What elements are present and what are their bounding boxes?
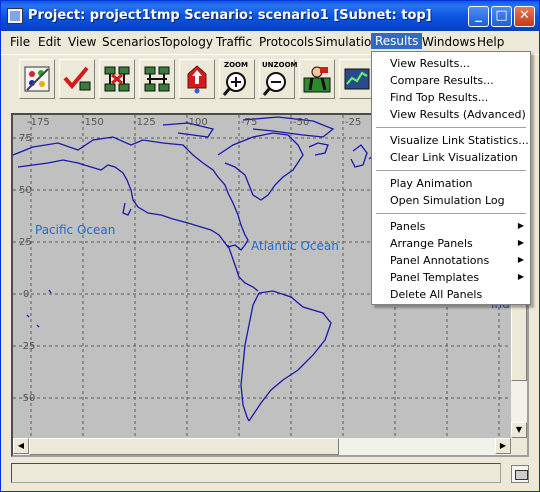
x-tick-label: -175 [27, 117, 50, 128]
zoom-out-icon [262, 72, 286, 96]
y-tick-label: 75 [19, 133, 32, 144]
menu-edit[interactable]: Edit [38, 34, 61, 50]
status-bar [11, 463, 501, 483]
x-tick-label: -150 [81, 117, 104, 128]
x-tick-label: -75 [241, 117, 258, 128]
return-to-parent-icon [187, 65, 207, 94]
zoom-in-button[interactable]: ZOOM [219, 59, 255, 99]
menu-item-play-animation[interactable]: Play Animation [390, 177, 473, 190]
menu-item-panels[interactable]: Panels [390, 220, 425, 233]
menu-item-panel-annotations[interactable]: Panel Annotations [390, 254, 489, 267]
app-icon[interactable] [7, 8, 23, 24]
return-to-parent-button[interactable] [179, 59, 215, 99]
y-tick-label: -50 [19, 393, 36, 404]
x-tick-label: -25 [345, 117, 362, 128]
atlantic-ocean-label: Atlantic Ocean [251, 239, 339, 253]
configure-simulation-icon [303, 66, 331, 93]
configure-simulation-button[interactable] [299, 59, 335, 99]
x-tick-label: -100 [185, 117, 208, 128]
menu-item-arrange-panels[interactable]: Arrange Panels [390, 237, 473, 250]
close-icon: ✕ [519, 8, 530, 23]
menu-item-view-results-advanced[interactable]: View Results (Advanced) [390, 108, 526, 121]
arrow-left-icon: ◀ [17, 441, 25, 450]
scroll-corner [511, 438, 527, 455]
maximize-icon: □ [495, 8, 508, 23]
menu-scenarios[interactable]: Scenarios [102, 34, 160, 50]
horizontal-scroll-thumb[interactable] [29, 438, 339, 455]
y-tick-label: -25 [19, 341, 36, 352]
submenu-arrow-icon: ▶ [517, 272, 524, 281]
menu-item-delete-all-panels[interactable]: Delete All Panels [390, 288, 482, 301]
menu-help[interactable]: Help [477, 34, 504, 50]
y-tick-label: 25 [19, 237, 32, 248]
menu-separator [376, 170, 526, 171]
minimize-button[interactable]: _ [468, 6, 489, 27]
y-tick-label: 50 [19, 185, 32, 196]
fail-links-icon [104, 66, 130, 92]
horizontal-scrollbar[interactable]: ◀ ▶ [13, 438, 511, 455]
open-palette-button[interactable] [19, 59, 55, 99]
close-button[interactable]: ✕ [514, 6, 535, 27]
fail-links-button[interactable] [99, 59, 135, 99]
x-tick-label: -125 [133, 117, 156, 128]
arrow-right-icon: ▶ [499, 441, 507, 450]
menu-item-visualize-link-statistics[interactable]: Visualize Link Statistics... [390, 134, 529, 147]
check-links-icon [63, 66, 91, 91]
minimize-icon: _ [475, 8, 482, 23]
menu-item-clear-link-visualization[interactable]: Clear Link Visualization [390, 151, 518, 164]
maximize-button[interactable]: □ [491, 6, 512, 27]
check-links-button[interactable] [59, 59, 95, 99]
scroll-right-button[interactable]: ▶ [495, 438, 511, 454]
arrow-down-icon: ▼ [515, 425, 523, 434]
zoom-out-button[interactable]: UNZOOM [259, 59, 298, 99]
submenu-arrow-icon: ▶ [517, 238, 524, 247]
submenu-arrow-icon: ▶ [517, 221, 524, 230]
unzoom-label: UNZOOM [262, 61, 298, 69]
menu-item-panel-templates[interactable]: Panel Templates [390, 271, 479, 284]
open-palette-icon [24, 66, 50, 92]
menu-separator [376, 127, 526, 128]
menu-item-compare-results[interactable]: Compare Results... [390, 74, 494, 87]
submenu-arrow-icon: ▶ [517, 255, 524, 264]
results-menu: View Results... Compare Results... Find … [371, 51, 531, 305]
zoom-label: ZOOM [224, 61, 248, 69]
view-results-icon [344, 68, 370, 90]
title-bar[interactable]: Project: project1tmp Scenario: scenario1… [1, 1, 539, 31]
menu-view[interactable]: View [68, 34, 96, 50]
message-log-icon[interactable] [511, 465, 529, 483]
y-tick-label: 0 [23, 289, 30, 300]
recover-links-button[interactable] [139, 59, 175, 99]
view-results-button[interactable] [339, 59, 375, 99]
scroll-down-button[interactable]: ▼ [511, 422, 527, 438]
menu-separator [376, 213, 526, 214]
app-window: Project: project1tmp Scenario: scenario1… [0, 0, 540, 492]
menu-traffic[interactable]: Traffic [216, 34, 252, 50]
recover-links-icon [144, 66, 170, 92]
menu-file[interactable]: File [10, 34, 30, 50]
pacific-ocean-label: Pacific Ocean [35, 223, 116, 237]
x-tick-label: -50 [293, 117, 310, 128]
menu-item-view-results[interactable]: View Results... [390, 57, 470, 70]
menu-protocols[interactable]: Protocols [259, 34, 314, 50]
menu-simulation[interactable]: Simulation [315, 34, 379, 50]
window-title: Project: project1tmp Scenario: scenario1… [28, 8, 432, 23]
menu-item-find-top-results[interactable]: Find Top Results... [390, 91, 488, 104]
menu-item-open-simulation-log[interactable]: Open Simulation Log [390, 194, 505, 207]
menu-bar: File Edit View Scenarios Topology Traffi… [1, 32, 539, 52]
menu-windows[interactable]: Windows [422, 34, 476, 50]
menu-topology[interactable]: Topology [160, 34, 213, 50]
menu-results[interactable]: Results [371, 33, 423, 49]
scroll-left-button[interactable]: ◀ [13, 438, 29, 454]
zoom-in-icon [222, 72, 246, 96]
